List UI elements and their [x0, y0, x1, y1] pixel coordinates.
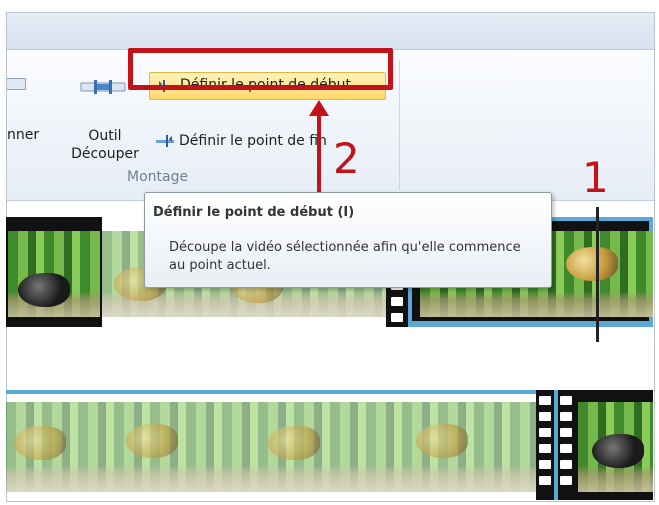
step-2-marker: 2	[333, 134, 360, 183]
fish-thumbnail	[592, 434, 644, 468]
annotation-arrow	[309, 100, 329, 196]
fish-thumbnail	[14, 426, 66, 460]
fish-thumbnail	[126, 424, 178, 458]
timeline-row-2	[6, 390, 653, 500]
editing-group-label: Montage	[127, 169, 189, 185]
title-bar	[7, 13, 654, 50]
fish-thumbnail	[566, 247, 618, 281]
tooltip: Définir le point de début (I) Découpe la…	[144, 192, 552, 288]
clip-boundary	[558, 390, 574, 500]
partial-tool-icon[interactable]	[7, 78, 26, 90]
fish-thumbnail	[268, 426, 320, 460]
tooltip-title: Définir le point de début (I)	[153, 205, 355, 220]
highlight-box	[128, 48, 393, 90]
set-end-point-icon	[156, 135, 174, 147]
trim-tool-icon[interactable]	[80, 80, 126, 94]
step-1-marker: 1	[582, 153, 609, 202]
clip-boundary	[536, 390, 558, 500]
group-separator	[399, 60, 400, 190]
tooltip-description: Découpe la vidéo sélectionnée afin qu'el…	[169, 240, 521, 273]
partial-tool-label[interactable]: nner	[7, 127, 39, 143]
fish-thumbnail	[18, 273, 70, 307]
trim-tool-button[interactable]: Outil Découper	[71, 127, 139, 163]
playhead[interactable]	[596, 207, 599, 342]
selection-bar	[6, 390, 554, 394]
fish-thumbnail	[416, 424, 468, 458]
